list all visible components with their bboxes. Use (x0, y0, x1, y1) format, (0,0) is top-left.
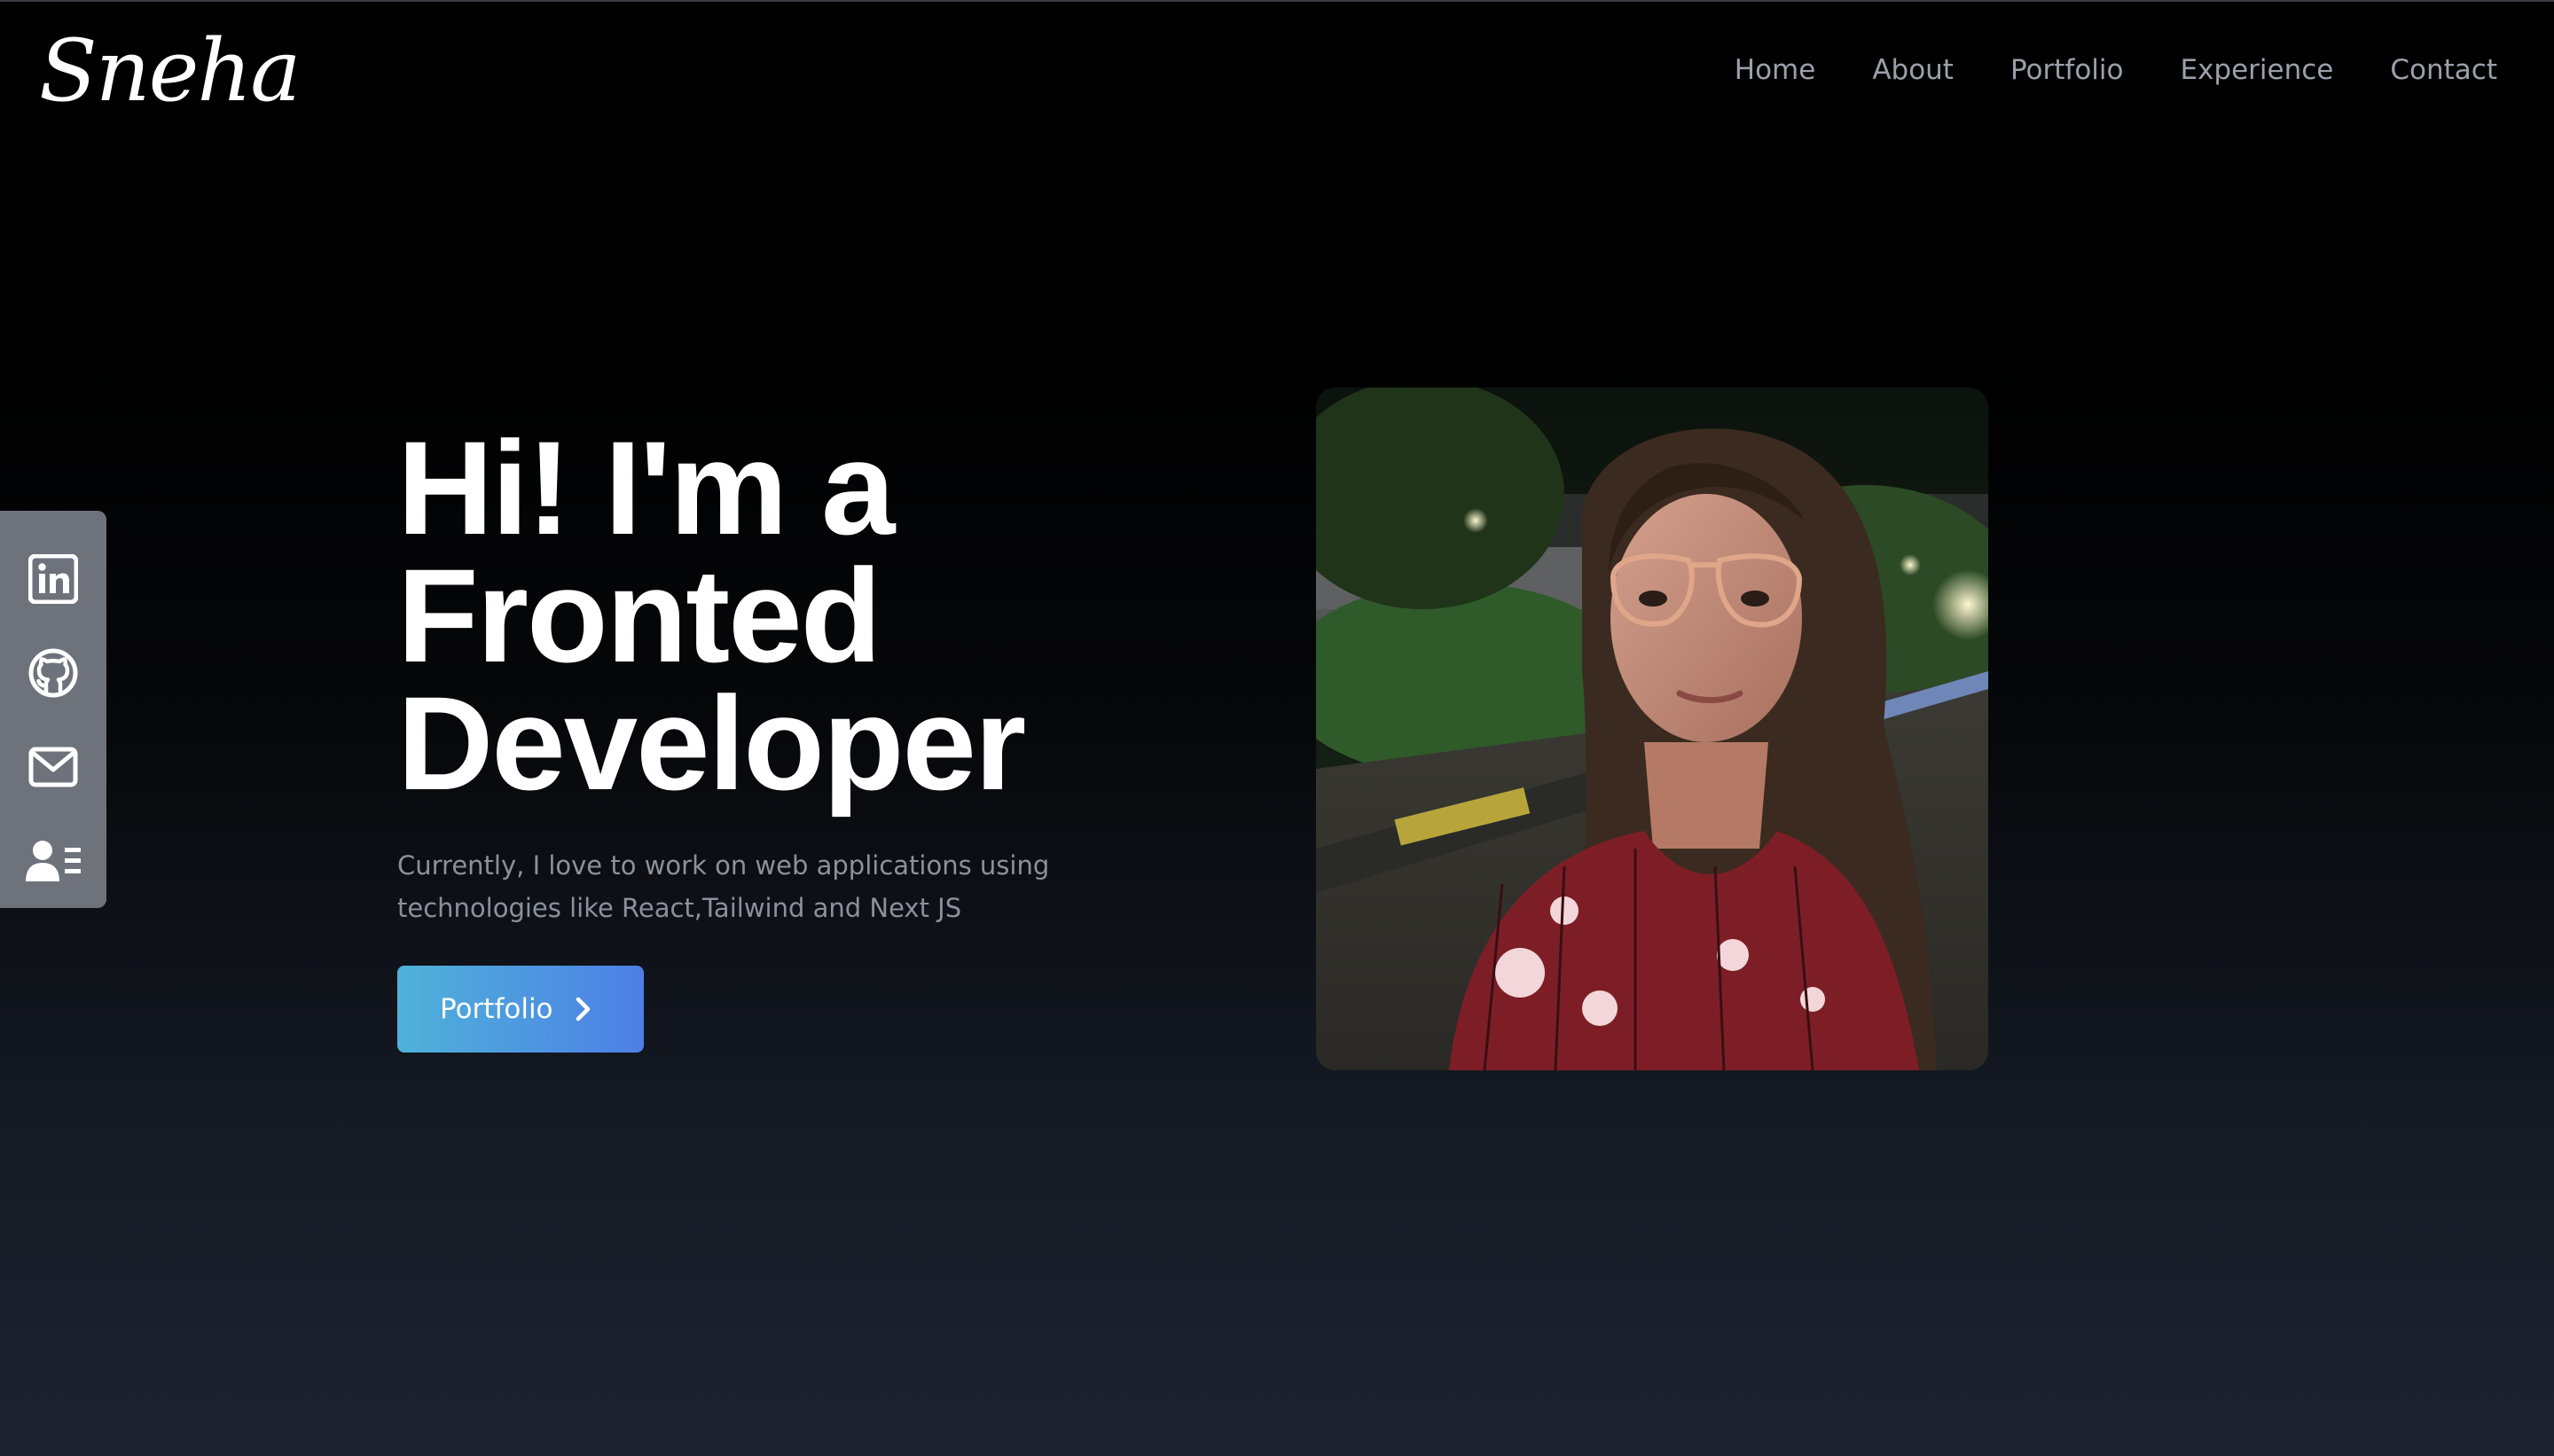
github-icon (27, 646, 80, 700)
logo[interactable]: Sneha (39, 9, 301, 133)
chevron-right-icon (573, 996, 592, 1022)
github-link[interactable] (0, 626, 106, 720)
headline-line-1: Hi! I'm a (397, 413, 895, 562)
resume-link[interactable] (0, 814, 106, 908)
profile-photo (1316, 387, 1988, 1070)
nav-item-portfolio[interactable]: Portfolio (2010, 48, 2124, 92)
nav-item-contact[interactable]: Contact (2390, 48, 2497, 92)
hero-subtitle: Currently, I love to work on web applica… (397, 850, 1050, 923)
headline-line-2: Fronted (397, 541, 881, 690)
resume-icon (25, 839, 82, 883)
portfolio-button[interactable]: Portfolio (397, 966, 644, 1053)
mail-link[interactable] (0, 720, 106, 814)
nav-links: Home About Portfolio Experience Contact (1735, 48, 2497, 92)
nav-item-experience[interactable]: Experience (2181, 48, 2334, 92)
nav-item-about[interactable]: About (1872, 48, 1954, 92)
nav-item-home[interactable]: Home (1735, 48, 1816, 92)
portfolio-button-label: Portfolio (440, 993, 553, 1025)
navbar: Sneha Home About Portfolio Experience Co… (0, 0, 2554, 142)
hero-section: Hi! I'm a Fronted Developer Currently, I… (397, 421, 1107, 955)
mail-icon (28, 747, 78, 787)
hero-headline: Hi! I'm a Fronted Developer (397, 421, 1107, 810)
social-sidebar (0, 511, 106, 908)
linkedin-link[interactable] (0, 532, 106, 626)
headline-line-3: Developer (397, 669, 1026, 818)
linkedin-icon (28, 554, 78, 604)
